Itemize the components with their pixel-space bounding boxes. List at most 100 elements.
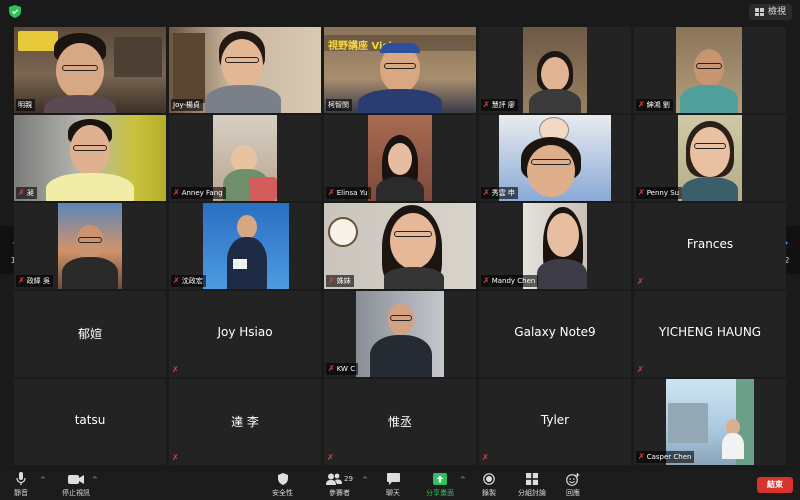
video-tile[interactable]: ✗ Mandy Chen bbox=[479, 203, 631, 289]
stop-video-button[interactable]: 停止視訊 bbox=[62, 472, 90, 498]
video-tile[interactable]: YICHENG HAUNG ✗ bbox=[634, 291, 786, 377]
gallery-grid-icon bbox=[754, 8, 764, 16]
participant-name-tag: ✗ Casper Chen bbox=[636, 451, 695, 463]
meeting-toolbar: 靜音 ^ 停止視訊 ^ 安全性 29 參賽者 ^ 聊天 分享畫面 ^ 錄製 分組… bbox=[0, 470, 800, 500]
video-tile[interactable]: tatsu bbox=[14, 379, 166, 465]
muted-mic-icon: ✗ bbox=[328, 276, 335, 285]
video-tile[interactable]: ✗ 秀雲 申 bbox=[479, 115, 631, 201]
video-tile[interactable]: ✗ Casper Chen bbox=[634, 379, 786, 465]
record-icon bbox=[483, 473, 495, 485]
muted-mic-icon: ✗ bbox=[483, 100, 490, 109]
chat-button[interactable]: 聊天 bbox=[386, 472, 400, 498]
video-tile[interactable]: 郁媗 bbox=[14, 291, 166, 377]
stop-video-label: 停止視訊 bbox=[62, 489, 90, 497]
video-tile[interactable]: ✗ 昶 bbox=[14, 115, 166, 201]
security-shield-icon bbox=[9, 5, 21, 18]
video-tile[interactable]: ✗ 姝妹 bbox=[324, 203, 476, 289]
breakout-rooms-button[interactable]: 分組討論 bbox=[518, 472, 546, 498]
video-tile[interactable]: ✗ 慧評 廖 bbox=[479, 27, 631, 113]
video-tile[interactable]: ✗ 沈政宏 bbox=[169, 203, 321, 289]
security-button[interactable]: 安全性 bbox=[272, 472, 293, 498]
participant-name-tag: ✗ 沈政宏 bbox=[171, 275, 206, 287]
participant-name: Mandy Chen bbox=[491, 277, 536, 285]
participant-name-tag: 明親 bbox=[16, 99, 35, 111]
video-tile[interactable]: Frances ✗ bbox=[634, 203, 786, 289]
video-tile[interactable]: 視野講座 Vision 柯智閔 bbox=[324, 27, 476, 113]
participant-name-tag: ✗ 秀雲 申 bbox=[481, 187, 518, 199]
smiley-plus-icon bbox=[566, 472, 580, 486]
top-bar: 檢視 bbox=[0, 0, 800, 24]
reactions-button[interactable]: 回應 bbox=[566, 472, 580, 498]
share-screen-label: 分享畫面 bbox=[426, 489, 454, 497]
participant-name: Frances bbox=[686, 237, 734, 251]
participant-name: KW C bbox=[336, 365, 356, 373]
video-tile[interactable]: Tyler ✗ bbox=[479, 379, 631, 465]
participants-count: 29 bbox=[344, 475, 353, 483]
participant-name-tag: ✗ 紳鴻 劉 bbox=[636, 99, 673, 111]
microphone-icon bbox=[16, 472, 26, 485]
participant-video bbox=[203, 203, 289, 289]
share-screen-button[interactable]: 分享畫面 bbox=[426, 472, 454, 498]
end-meeting-button[interactable]: 結束 bbox=[757, 477, 793, 493]
participant-name-tag: 柯智閔 bbox=[326, 99, 352, 111]
participant-name-tag: ✗ Penny Su bbox=[636, 187, 683, 199]
participants-icon bbox=[326, 473, 342, 485]
participant-name-tag: ✗ 昶 bbox=[16, 187, 37, 199]
video-tile[interactable]: ✗ 政緯 吳 bbox=[14, 203, 166, 289]
view-button[interactable]: 檢視 bbox=[748, 4, 792, 20]
participant-name-tag: Joy-楊貞 bbox=[171, 99, 203, 111]
chevron-up-icon[interactable]: ^ bbox=[460, 476, 466, 484]
video-tile[interactable]: ✗ 紳鴻 劉 bbox=[634, 27, 786, 113]
video-tile[interactable]: 惟丞 ✗ bbox=[324, 379, 476, 465]
chevron-up-icon[interactable]: ^ bbox=[92, 476, 98, 484]
video-tile[interactable]: Joy Hsiao ✗ bbox=[169, 291, 321, 377]
participant-video bbox=[523, 27, 587, 113]
video-tile[interactable]: ✗ KW C bbox=[324, 291, 476, 377]
participants-button[interactable]: 29 參賽者 bbox=[326, 472, 353, 498]
video-tile[interactable]: ✗ Anney Fang bbox=[169, 115, 321, 201]
participant-name: Anney Fang bbox=[181, 189, 223, 197]
muted-mic-icon: ✗ bbox=[483, 276, 490, 285]
participant-name: 慧評 廖 bbox=[491, 101, 515, 109]
muted-mic-icon: ✗ bbox=[18, 188, 25, 197]
chevron-up-icon[interactable]: ^ bbox=[362, 476, 368, 484]
muted-mic-icon: ✗ bbox=[172, 365, 179, 374]
video-tile[interactable]: ✗ Elinsa Yu bbox=[324, 115, 476, 201]
participant-name-tag: ✗ 姝妹 bbox=[326, 275, 354, 287]
muted-mic-icon: ✗ bbox=[173, 276, 180, 285]
reactions-label: 回應 bbox=[566, 489, 580, 497]
participant-name-tag: ✗ 政緯 吳 bbox=[16, 275, 53, 287]
participant-name: 政緯 吳 bbox=[26, 277, 50, 285]
participant-name: Tyler bbox=[540, 413, 570, 427]
participant-name: 沈政宏 bbox=[181, 277, 203, 285]
muted-mic-icon: ✗ bbox=[173, 188, 180, 197]
participant-name: tatsu bbox=[74, 413, 106, 427]
video-tile[interactable]: Galaxy Note9 bbox=[479, 291, 631, 377]
participant-name: YICHENG HAUNG bbox=[658, 325, 762, 339]
view-label: 檢視 bbox=[767, 7, 786, 17]
chevron-up-icon[interactable]: ^ bbox=[40, 476, 46, 484]
share-screen-icon bbox=[433, 473, 447, 485]
participant-name: 明親 bbox=[18, 101, 32, 109]
mute-button[interactable]: 靜音 bbox=[14, 472, 28, 498]
participant-name: 達 李 bbox=[231, 415, 259, 429]
participant-name-tag: ✗ Elinsa Yu bbox=[326, 187, 371, 199]
muted-mic-icon: ✗ bbox=[18, 276, 25, 285]
record-label: 錄製 bbox=[482, 489, 496, 497]
participant-name: 姝妹 bbox=[336, 277, 351, 285]
muted-mic-icon: ✗ bbox=[328, 188, 335, 197]
video-tile[interactable]: 明親 bbox=[14, 27, 166, 113]
breakout-rooms-icon bbox=[526, 473, 538, 485]
video-tile[interactable]: ✗ Penny Su bbox=[634, 115, 786, 201]
video-tile[interactable]: Joy-楊貞 bbox=[169, 27, 321, 113]
participant-video bbox=[58, 203, 122, 289]
participant-name: Joy-楊貞 bbox=[173, 101, 200, 109]
muted-mic-icon: ✗ bbox=[327, 453, 334, 462]
participant-name: Penny Su bbox=[646, 189, 680, 197]
muted-mic-icon: ✗ bbox=[638, 188, 645, 197]
chat-label: 聊天 bbox=[386, 489, 400, 497]
muted-mic-icon: ✗ bbox=[638, 100, 645, 109]
participant-video bbox=[678, 115, 742, 201]
video-tile[interactable]: 達 李 ✗ bbox=[169, 379, 321, 465]
record-button[interactable]: 錄製 bbox=[482, 472, 496, 498]
